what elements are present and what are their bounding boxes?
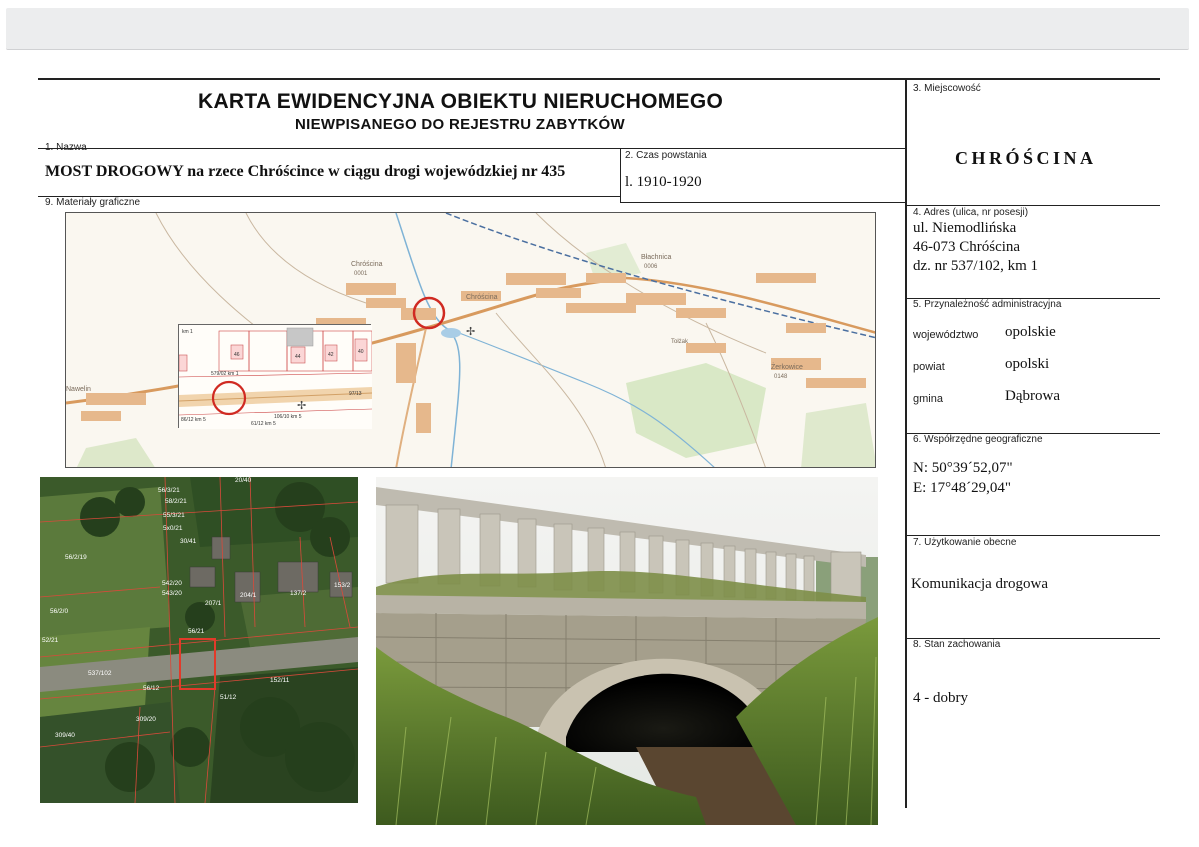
usage-label: 7. Użytkowanie obecne	[913, 537, 1017, 548]
place-label: 3. Miejscowość	[913, 83, 981, 94]
parcel-label: 5x0/21	[163, 525, 183, 532]
bridge-photo	[376, 477, 878, 825]
parcel-label: 137/2	[290, 590, 307, 597]
map-label-chroscina-village: Chróścina	[466, 294, 498, 301]
parcel-label: 207/1	[205, 600, 222, 607]
inset-label-579: 579/02 km 1	[211, 371, 239, 377]
coords-east: E: 17°48´29,04"	[913, 480, 1011, 496]
admin-value-voivodeship: opolskie	[1005, 324, 1056, 340]
address-label: 4. Adres (ulica, nr posesji)	[913, 207, 1029, 218]
inset-label-61: 61/12 km 5	[251, 421, 276, 427]
parcel-label: 56/21	[188, 628, 205, 635]
admin-key-county: powiat	[913, 361, 945, 373]
inset-label-km1: km 1	[182, 329, 193, 335]
admin-key-commune: gmina	[913, 393, 943, 405]
parcel-label: 204/1	[240, 592, 257, 599]
date-label: 2. Czas powstania	[625, 150, 707, 161]
rule-top	[38, 78, 1160, 80]
map-label-tolzak: Tołżak	[671, 339, 689, 345]
map-label-nawelin: Nawelin	[66, 386, 91, 393]
card-title: KARTA EWIDENCYJNA OBIEKTU NIERUCHOMEGO	[198, 90, 724, 113]
condition-value: 4 - dobry	[913, 690, 968, 706]
name-label: 1. Nazwa	[45, 142, 87, 153]
condition-label: 8. Stan zachowania	[913, 639, 1001, 650]
inset-label-86: 86/12 km 5	[181, 417, 206, 423]
parcel-label: 20/40	[235, 477, 252, 484]
map-label-blachnica-code: 0006	[644, 264, 658, 270]
cadastral-drawing: km 1 46 44 42 40 579/02 km 1 86/12 km 5 …	[178, 325, 373, 429]
parcel-label: 30/41	[180, 538, 197, 545]
rule-place-bottom	[906, 205, 1160, 206]
admin-value-commune: Dąbrowa	[1005, 388, 1060, 404]
rule-col-main	[905, 78, 907, 808]
map-label-chroscina: Chróścina	[351, 261, 383, 268]
coords-label: 6. Współrzędne geograficzne	[913, 434, 1043, 445]
bridge-drawing	[376, 477, 878, 825]
rule-coords-bottom	[906, 535, 1160, 536]
parcel-label: 543/20	[162, 590, 182, 597]
parcel-label: 56/2/0	[50, 608, 68, 615]
map-label-chroscina-code: 0001	[354, 271, 368, 277]
folder-tab	[6, 8, 1189, 50]
rule-date-top	[620, 148, 906, 149]
parcel-label: 537/102	[88, 670, 112, 677]
admin-value-county: opolski	[1005, 356, 1050, 372]
parcel-label: 152/11	[270, 677, 290, 684]
rule-col-date	[620, 148, 621, 203]
map-label-zerkowice-code: 0148	[774, 374, 788, 380]
parcel-label: 56/3/21	[158, 487, 180, 494]
address-line-2: 46-073 Chróścina	[913, 239, 1021, 255]
inset-label-44: 44	[295, 354, 301, 360]
address-line-3: dz. nr 537/102, km 1	[913, 258, 1038, 274]
inset-label-42: 42	[328, 352, 334, 358]
admin-key-voivodeship: województwo	[913, 329, 979, 341]
location-map: Chróścina 0001 Chróścina Błachnica 0006 …	[65, 212, 876, 468]
graphics-label: 9. Materiały graficzne	[45, 197, 141, 208]
inset-church-icon: ✢	[297, 399, 306, 412]
record-card: KARTA EWIDENCYJNA OBIEKTU NIERUCHOMEGO N…	[0, 0, 1199, 847]
parcel-label: 153/2	[334, 582, 351, 589]
aerial-drawing: 56/3/21 58/2/21 55/3/21 5x0/21 30/41 56/…	[40, 477, 358, 803]
parcel-label: 542/20	[162, 580, 182, 587]
map-label-zerkowice: Żerkowice	[771, 362, 803, 371]
parcel-label: 52/21	[42, 637, 59, 644]
admin-label: 5. Przynależność administracyjna	[913, 299, 1062, 310]
parcel-label: 56/12	[143, 685, 160, 692]
inset-label-46: 46	[234, 352, 240, 358]
map-label-blachnica: Błachnica	[641, 254, 671, 261]
usage-value: Komunikacja drogowa	[911, 576, 1049, 592]
inset-label-40: 40	[358, 349, 364, 355]
date-value: l. 1910-1920	[625, 174, 702, 190]
parcel-label: 309/20	[136, 716, 156, 723]
parcel-label: 58/2/21	[165, 498, 187, 505]
place-value: CHRÓŚCINA	[955, 148, 1097, 168]
inset-label-106: 106/10 km 5	[274, 414, 302, 420]
inset-label-97: 97/13	[349, 391, 362, 397]
parcel-label: 56/2/19	[65, 554, 87, 561]
aerial-photo: 56/3/21 58/2/21 55/3/21 5x0/21 30/41 56/…	[40, 477, 358, 803]
name-value: MOST DROGOWY na rzece Chróścince w ciągu…	[45, 163, 566, 180]
parcel-label: 309/40	[55, 732, 75, 739]
coords-north: N: 50°39´52,07"	[913, 460, 1013, 476]
rule-date-bottom	[620, 202, 906, 203]
address-line-1: ul. Niemodlińska	[913, 220, 1017, 236]
parcel-label: 55/3/21	[163, 512, 185, 519]
card-subtitle: NIEWPISANEGO DO REJESTRU ZABYTKÓW	[295, 116, 625, 133]
parcel-label: 51/12	[220, 694, 237, 701]
cadastral-inset: km 1 46 44 42 40 579/02 km 1 86/12 km 5 …	[178, 324, 373, 429]
church-icon: ✢	[466, 325, 475, 338]
